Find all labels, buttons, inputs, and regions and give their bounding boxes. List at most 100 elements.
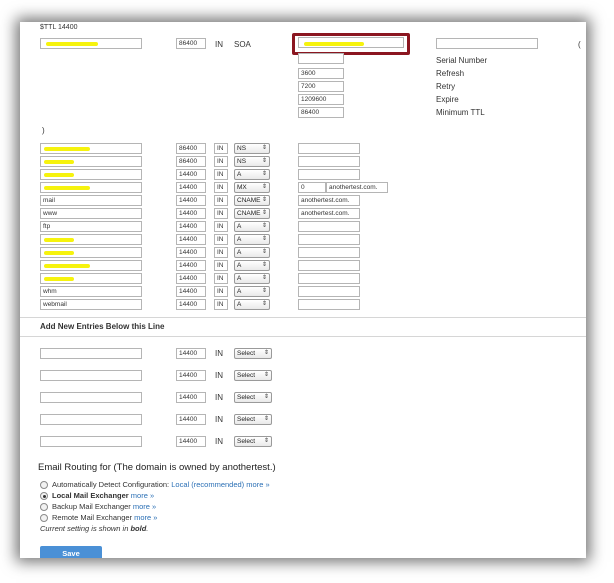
record-ttl-field[interactable]: 14400 [176, 195, 206, 206]
record-target-field[interactable] [298, 286, 360, 297]
record-class-field[interactable]: IN [214, 156, 228, 167]
new-entry-ttl-field[interactable]: 14400 [176, 392, 206, 403]
record-name-field[interactable]: www [40, 208, 142, 219]
new-entry-type-select[interactable]: Select ⇕ [234, 436, 272, 447]
soa-minimum-ttl-field[interactable]: 86400 [298, 107, 344, 118]
record-target-field[interactable] [298, 143, 360, 154]
select-value: A [237, 223, 242, 230]
record-ttl-field[interactable]: 14400 [176, 221, 206, 232]
new-entry-ttl-field[interactable]: 14400 [176, 348, 206, 359]
soa-email-field[interactable] [436, 38, 538, 49]
record-ttl-field[interactable]: 14400 [176, 208, 206, 219]
record-ttl-field[interactable]: 14400 [176, 247, 206, 258]
record-type-select[interactable]: A ⇕ [234, 234, 270, 245]
soa-paren-open: ( [578, 40, 581, 49]
more-link[interactable]: more » [246, 480, 269, 489]
soa-ttl-field[interactable]: 86400 [176, 38, 206, 49]
record-class-field[interactable]: IN [214, 247, 228, 258]
new-entry-type-select[interactable]: Select ⇕ [234, 370, 272, 381]
record-ttl-field[interactable]: 14400 [176, 182, 206, 193]
email-routing-title: Email Routing for (The domain is owned b… [38, 462, 276, 473]
record-priority-field[interactable]: 0 [298, 182, 326, 193]
record-name-field[interactable]: mail [40, 195, 142, 206]
record-ttl-field[interactable]: 86400 [176, 156, 206, 167]
new-entry-type-select[interactable]: Select ⇕ [234, 348, 272, 359]
record-target-field[interactable] [298, 260, 360, 271]
record-target-field[interactable] [298, 247, 360, 258]
record-class-field[interactable]: IN [214, 143, 228, 154]
new-entry-name-field[interactable] [40, 436, 142, 447]
new-entry-name-field[interactable] [40, 370, 142, 381]
record-class-field[interactable]: IN [214, 221, 228, 232]
record-type-select[interactable]: A ⇕ [234, 286, 270, 297]
record-target-field[interactable]: anothertest.com. [298, 208, 360, 219]
radio-button[interactable] [40, 514, 48, 523]
record-type-select[interactable]: A ⇕ [234, 247, 270, 258]
soa-retry-field[interactable]: 7200 [298, 81, 344, 92]
record-class-field[interactable]: IN [214, 182, 228, 193]
record-type-select[interactable]: CNAME ⇕ [234, 208, 270, 219]
record-class-field[interactable]: IN [214, 195, 228, 206]
save-button[interactable]: Save [40, 546, 102, 558]
record-type-select[interactable]: A ⇕ [234, 299, 270, 310]
new-entry-ttl-field[interactable]: 14400 [176, 436, 206, 447]
new-entry-name-field[interactable] [40, 392, 142, 403]
record-target-field[interactable] [298, 221, 360, 232]
radio-button[interactable] [40, 503, 48, 512]
record-type-select[interactable]: CNAME ⇕ [234, 195, 270, 206]
more-link[interactable]: more » [131, 491, 154, 500]
routing-option-auto[interactable]: Automatically Detect Configuration: Loca… [40, 480, 270, 490]
record-class-field[interactable]: IN [214, 299, 228, 310]
record-target-field[interactable] [298, 273, 360, 284]
record-name-field[interactable]: whm [40, 286, 142, 297]
record-class-field[interactable]: IN [214, 208, 228, 219]
record-target-field[interactable]: anothertest.com. [326, 182, 388, 193]
record-ttl-field[interactable]: 14400 [176, 260, 206, 271]
more-link[interactable]: more » [133, 502, 156, 511]
record-type-select[interactable]: A ⇕ [234, 273, 270, 284]
record-class-field[interactable]: IN [214, 169, 228, 180]
record-ttl-field[interactable]: 86400 [176, 143, 206, 154]
record-target-field[interactable] [298, 299, 360, 310]
new-entry-ttl-field[interactable]: 14400 [176, 370, 206, 381]
routing-option-backup[interactable]: Backup Mail Exchanger more » [40, 502, 156, 512]
record-ttl-field[interactable]: 14400 [176, 234, 206, 245]
radio-button-selected[interactable] [40, 492, 48, 501]
new-entry-type-select[interactable]: Select ⇕ [234, 414, 272, 425]
record-name-field[interactable]: ftp [40, 221, 142, 232]
record-class-field[interactable]: IN [214, 260, 228, 271]
record-name-field[interactable]: webmail [40, 299, 142, 310]
record-target-field[interactable] [298, 156, 360, 167]
record-type-select[interactable]: A ⇕ [234, 169, 270, 180]
zone-editor-panel: $TTL 14400 86400 IN SOA ( Serial Number … [20, 22, 586, 558]
record-class-field[interactable]: IN [214, 234, 228, 245]
new-entry-name-field[interactable] [40, 414, 142, 425]
record-class-field[interactable]: IN [214, 286, 228, 297]
soa-refresh-field[interactable]: 3600 [298, 68, 344, 79]
select-arrows-icon: ⇕ [261, 301, 267, 307]
new-entry-name-field[interactable] [40, 348, 142, 359]
select-value: MX [237, 184, 247, 191]
record-type-select[interactable]: MX ⇕ [234, 182, 270, 193]
select-arrows-icon: ⇕ [261, 171, 267, 177]
record-type-select[interactable]: A ⇕ [234, 260, 270, 271]
routing-option-remote[interactable]: Remote Mail Exchanger more » [40, 513, 157, 523]
soa-expire-field[interactable]: 1209600 [298, 94, 344, 105]
record-ttl-field[interactable]: 14400 [176, 169, 206, 180]
new-entry-ttl-field[interactable]: 14400 [176, 414, 206, 425]
record-type-select[interactable]: A ⇕ [234, 221, 270, 232]
radio-button[interactable] [40, 481, 48, 490]
record-target-field[interactable] [298, 169, 360, 180]
record-type-select[interactable]: NS ⇕ [234, 156, 270, 167]
routing-option-local[interactable]: Local Mail Exchanger more » [40, 491, 154, 501]
record-class-field[interactable]: IN [214, 273, 228, 284]
record-ttl-field[interactable]: 14400 [176, 286, 206, 297]
more-link[interactable]: more » [134, 513, 157, 522]
new-entry-type-select[interactable]: Select ⇕ [234, 392, 272, 403]
soa-serial-field[interactable] [298, 53, 344, 64]
record-target-field[interactable]: anothertest.com. [298, 195, 360, 206]
record-target-field[interactable] [298, 234, 360, 245]
record-ttl-field[interactable]: 14400 [176, 273, 206, 284]
record-ttl-field[interactable]: 14400 [176, 299, 206, 310]
record-type-select[interactable]: NS ⇕ [234, 143, 270, 154]
